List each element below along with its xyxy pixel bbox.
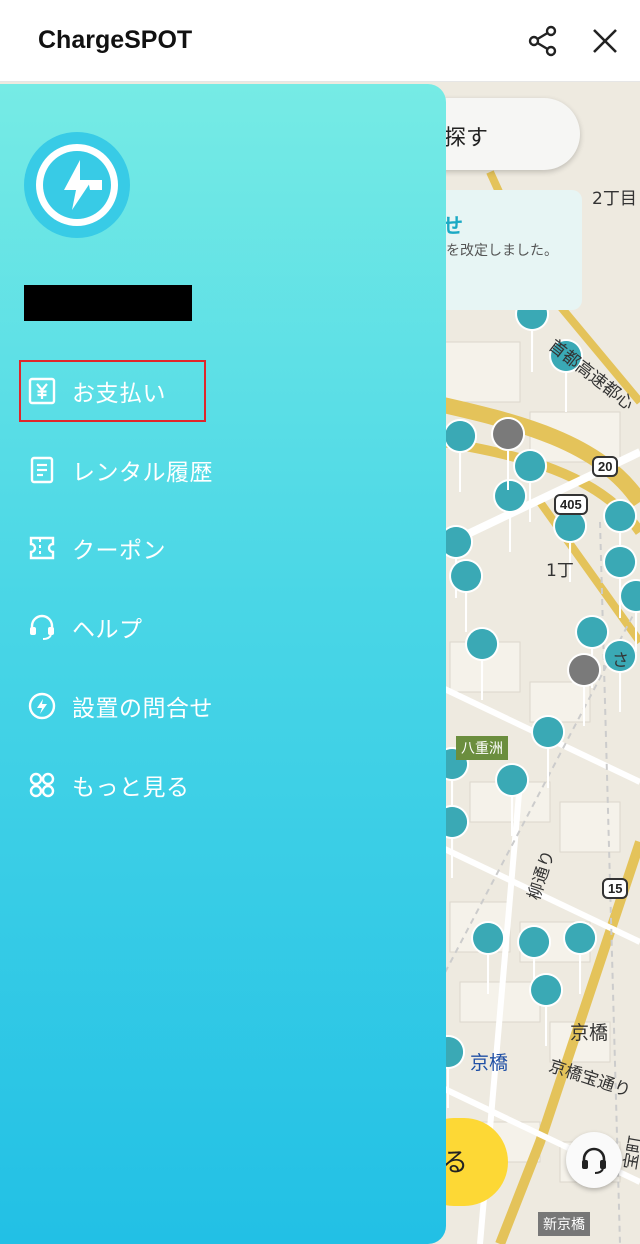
side-drawer: お支払い レンタル履歴 クーポン ヘルプ 設置の問合せ もっと見る [0,84,446,1244]
redacted-user-name [24,285,192,321]
close-icon [593,29,617,53]
route-shield: 15 [602,878,629,899]
headset-icon [582,1147,606,1174]
close-button[interactable] [588,24,622,58]
search-pill-label: 探す [444,126,489,151]
map-label: さ [612,651,629,671]
menu-item-help[interactable]: ヘルプ [20,596,340,658]
ticket-icon [22,528,62,568]
map-label: 京橋 [470,1052,509,1074]
document-icon [22,450,62,490]
share-icon [528,25,557,57]
install-inquiry-icon [22,686,62,726]
app-logo [24,132,130,238]
map-label: 2丁目 [592,189,637,209]
help-fab[interactable] [566,1132,622,1188]
top-bar: ChargeSPOT [0,0,640,82]
map-label: 1丁 [546,561,574,581]
selection-highlight [19,360,206,422]
lightning-bolt-icon [43,151,111,219]
more-icon [22,765,62,805]
menu-item-label: もっと見る [72,775,190,801]
app-title: ChargeSPOT [38,26,193,54]
station-label: 八重洲 [456,736,508,760]
menu-item-more[interactable]: もっと見る [20,754,340,816]
notice-body: を改定しました。 [446,243,558,259]
menu-item-install-inquiry[interactable]: 設置の問合せ [20,675,340,737]
menu-item-label: レンタル履歴 [72,460,213,486]
menu-item-label: クーポン [72,538,166,564]
share-button[interactable] [526,24,560,58]
route-shield: 20 [592,456,619,477]
menu-item-coupon[interactable]: クーポン [20,517,340,579]
map-label: 京橋 [570,1022,609,1044]
menu-item-rental-history[interactable]: レンタル履歴 [20,439,340,501]
station-label: 新京橋 [538,1212,590,1236]
menu-item-label: ヘルプ [72,617,143,643]
route-shield: 405 [554,494,588,515]
menu-item-label: 設置の問合せ [72,696,213,722]
headset-icon [22,607,62,647]
